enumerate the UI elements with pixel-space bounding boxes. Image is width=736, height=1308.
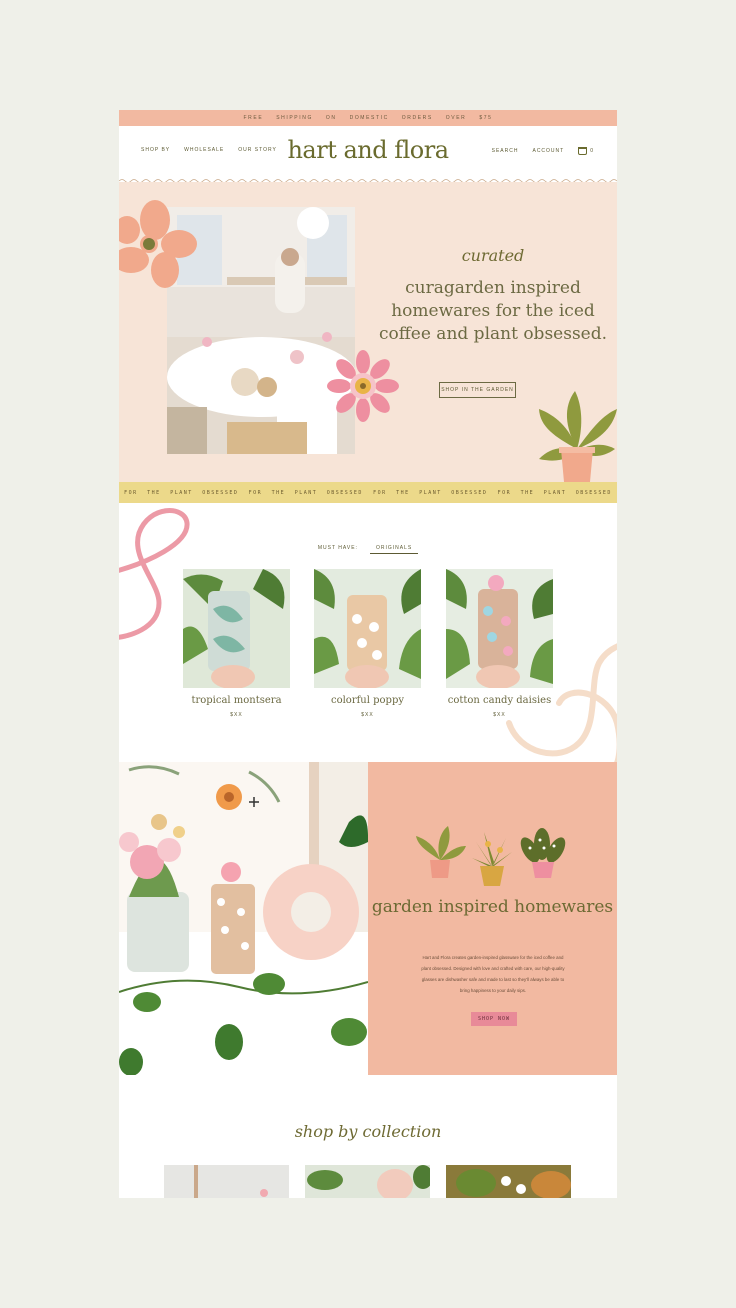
potted-plant-illustration — [539, 391, 617, 482]
tab-originals[interactable]: ORIGINALS — [369, 545, 419, 554]
hero-script-word: curated — [461, 246, 525, 265]
product-price: $XX — [493, 712, 506, 718]
marquee-item: FOR THE PLANT OBSESSED — [373, 489, 488, 496]
collection-card[interactable] — [164, 1165, 289, 1198]
cart-icon — [578, 147, 588, 155]
product-name[interactable]: tropical montsera — [183, 695, 290, 706]
nav-right: SEARCH ACCOUNT 0 — [492, 147, 593, 155]
story-photo — [119, 762, 368, 1075]
shop-now-button[interactable]: SHOP NOW — [471, 1012, 517, 1026]
product-name[interactable]: colorful poppy — [314, 695, 421, 706]
marquee-item: FOR THE PLANT OBSESSED — [497, 489, 612, 496]
story-body: Hart and Flora creates garden-inspired g… — [421, 955, 565, 993]
collection-title: shop by collection — [294, 1122, 442, 1141]
product-image[interactable] — [183, 569, 290, 688]
product-price: $XX — [361, 712, 374, 718]
collection-card[interactable] — [305, 1165, 430, 1198]
flower-illustration-peach — [119, 200, 197, 288]
product-card[interactable]: cotton candy daisies $XX — [446, 569, 553, 718]
site-header: SHOP BY WHOLESALE OUR STORY hart and flo… — [119, 126, 617, 180]
hero-section: curated curagarden inspired homewares fo… — [119, 182, 617, 482]
nav-account[interactable]: ACCOUNT — [532, 148, 564, 154]
announcement-text: FREE SHIPPING ON DOMESTIC ORDERS OVER $7… — [243, 115, 493, 121]
product-image[interactable] — [314, 569, 421, 688]
potted-plants-illustration — [416, 826, 566, 886]
nav-search[interactable]: SEARCH — [492, 148, 519, 154]
product-card[interactable]: colorful poppy $XX — [314, 569, 421, 718]
hero-headline: curagarden inspired homewares for the ic… — [378, 278, 608, 344]
marquee-banner: FOR THE PLANT OBSESSED FOR THE PLANT OBS… — [119, 482, 617, 503]
cart-button[interactable]: 0 — [578, 147, 593, 155]
announcement-bar: FREE SHIPPING ON DOMESTIC ORDERS OVER $7… — [119, 110, 617, 126]
product-price: $XX — [230, 712, 243, 718]
tab-label: MUST HAVE: — [317, 545, 358, 551]
marquee-item: FOR THE PLANT OBSESSED — [124, 489, 239, 496]
story-title: garden inspired homewares — [371, 897, 614, 917]
marquee-item: FOR THE PLANT OBSESSED — [248, 489, 363, 496]
flower-illustration-pink — [327, 350, 399, 422]
cart-count: 0 — [590, 148, 593, 154]
shop-by-collection-section: shop by collection — [119, 1075, 617, 1198]
product-card[interactable]: tropical montsera $XX — [183, 569, 290, 718]
product-tabs: MUST HAVE: ORIGINALS — [119, 545, 617, 554]
product-image[interactable] — [446, 569, 553, 688]
shop-in-the-garden-button[interactable]: SHOP IN THE GARDEN — [439, 382, 516, 398]
website-mockup: FREE SHIPPING ON DOMESTIC ORDERS OVER $7… — [119, 110, 617, 1198]
brand-story-section: garden inspired homewares Hart and Flora… — [119, 762, 617, 1075]
product-name[interactable]: cotton candy daisies — [446, 695, 553, 706]
collection-card[interactable] — [446, 1165, 571, 1198]
story-panel: garden inspired homewares Hart and Flora… — [368, 762, 617, 1075]
products-section: MUST HAVE: ORIGINALS tropical montsera $ — [119, 503, 617, 762]
